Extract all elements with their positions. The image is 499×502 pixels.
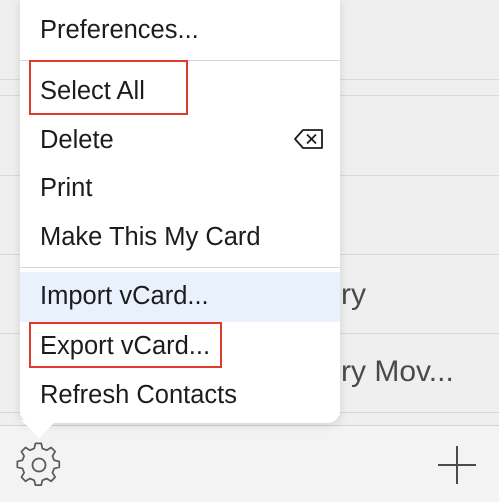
menu-item-refresh-contacts[interactable]: Refresh Contacts [20,371,340,420]
settings-menu: Preferences... Select All Delete Print M… [20,0,340,423]
contacts-screen: ry ry Mov... Preferences... Select All D… [0,0,499,502]
menu-item-export-vcard[interactable]: Export vCard... [20,322,340,371]
bottom-toolbar [0,425,499,502]
menu-item-import-vcard[interactable]: Import vCard... [20,272,340,322]
plus-icon[interactable] [436,444,478,486]
menu-item-select-all[interactable]: Select All [20,67,340,116]
menu-item-make-my-card[interactable]: Make This My Card [20,213,340,262]
menu-item-print[interactable]: Print [20,164,340,213]
menu-pointer [21,420,57,438]
menu-separator [20,60,340,61]
gear-icon[interactable] [16,442,62,488]
menu-item-delete-label: Delete [40,126,114,154]
menu-item-preferences[interactable]: Preferences... [20,6,340,55]
menu-item-delete[interactable]: Delete [20,116,340,165]
delete-key-icon [294,129,323,149]
contact-name: ry Mov... [341,355,454,388]
menu-separator [20,267,340,268]
contact-name: ry [341,278,366,311]
